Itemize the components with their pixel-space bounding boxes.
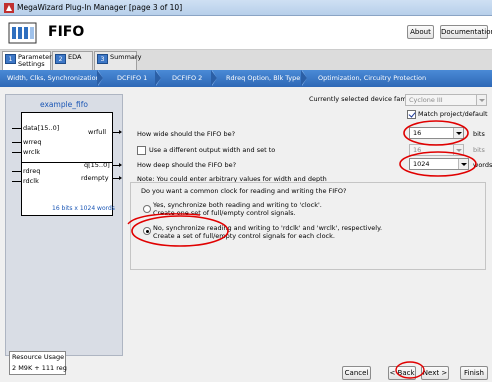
next-button[interactable]: Next >: [421, 366, 449, 380]
chevron-down-icon: [453, 145, 463, 155]
page-tabs: 1 Parameter Settings 2 EDA 3 Summary: [0, 50, 492, 71]
step-navigation: Width, Clks, Synchronization DCFIFO 1 DC…: [0, 70, 492, 87]
fifo-width-question: How wide should the FIFO be?: [137, 130, 236, 138]
tab-eda[interactable]: 2 EDA: [52, 51, 93, 70]
output-width-select: 16: [409, 144, 464, 156]
pin-wrfull: wrfull: [88, 128, 107, 136]
fifo-icon: [8, 22, 37, 44]
pin-wrclk: wrclk: [23, 148, 40, 156]
radio-no-label: No, synchronize reading and writing to '…: [153, 224, 383, 232]
output-arrow: [119, 163, 122, 167]
about-button[interactable]: About: [407, 25, 434, 39]
radio-yes-label-line2: Create one set of full/empty control sig…: [153, 209, 296, 217]
output-width-unit: bits: [473, 146, 485, 154]
pin-rdclk: rdclk: [23, 177, 39, 185]
different-output-width-label: Use a different output width and set to: [149, 146, 276, 154]
tab-number: 3: [97, 54, 108, 64]
device-family-select: Cyclone III: [405, 94, 487, 106]
pin-line: [12, 142, 21, 143]
fifo-depth-question: How deep should the FIFO be?: [137, 161, 237, 169]
wizard-header: FIFO About Documentation: [0, 16, 492, 50]
cancel-button[interactable]: Cancel: [342, 366, 371, 380]
tab-number: 1: [5, 54, 16, 64]
nav-width-clks-sync[interactable]: Width, Clks, Synchronization: [7, 74, 100, 82]
match-project-checkbox[interactable]: [407, 110, 416, 119]
fifo-width-input[interactable]: 16: [409, 127, 464, 139]
schematic-size-label: 16 bits x 1024 words: [52, 205, 115, 212]
nav-rdreq-option[interactable]: Rdreq Option, Blk Type: [226, 74, 300, 82]
schematic-title: example_fifo: [40, 100, 88, 109]
pin-line: [12, 152, 21, 153]
tab-parameter-settings[interactable]: 1 Parameter Settings: [2, 51, 52, 71]
nav-dcfifo-2[interactable]: DCFIFO 2: [172, 74, 202, 82]
different-output-width-checkbox[interactable]: [137, 146, 146, 155]
chevron-down-icon[interactable]: [453, 128, 463, 138]
nav-optimization[interactable]: Optimization, Circuitry Protection: [318, 74, 426, 82]
common-clock-radio-no[interactable]: [143, 227, 151, 235]
window-titlebar: MegaWizard Plug-In Manager [page 3 of 10…: [0, 0, 492, 16]
device-family-label: Currently selected device family:: [309, 95, 416, 103]
finish-button[interactable]: Finish: [460, 366, 488, 380]
pin-rdreq: rdreq: [23, 167, 41, 175]
tab-summary[interactable]: 3 Summary: [94, 51, 141, 70]
page-title: FIFO: [48, 24, 85, 40]
resource-usage-label: Resource Usage: [12, 353, 65, 361]
output-arrow: [119, 176, 122, 180]
back-button[interactable]: < Back: [388, 366, 416, 380]
pin-rdempty: rdempty: [81, 174, 109, 182]
pin-q: q[15..0]: [84, 161, 110, 169]
resource-usage-value: 2 M9K + 111 reg: [12, 364, 67, 372]
output-arrow: [119, 130, 122, 134]
fifo-width-value: 16: [413, 129, 422, 137]
output-width-value: 16: [413, 146, 422, 154]
tab-number: 2: [55, 54, 66, 64]
radio-no-label-line2: Create a set of full/empty control signa…: [153, 232, 335, 240]
fifo-depth-unit: words: [473, 161, 492, 169]
pin-line: [12, 181, 21, 182]
common-clock-question: Do you want a common clock for reading a…: [141, 187, 347, 195]
radio-yes-label: Yes, synchronize both reading and writin…: [153, 201, 322, 209]
chevron-down-icon: [476, 95, 486, 105]
pin-line: [12, 128, 21, 129]
chevron-down-icon[interactable]: [458, 159, 468, 169]
match-project-label: Match project/default: [418, 110, 488, 118]
tab-label-line2: Settings: [18, 60, 45, 68]
documentation-button[interactable]: Documentation: [440, 25, 492, 39]
nav-dcfifo-1[interactable]: DCFIFO 1: [117, 74, 147, 82]
fifo-depth-value: 1024: [413, 160, 430, 168]
window-title: MegaWizard Plug-In Manager [page 3 of 10…: [17, 3, 183, 12]
pin-wrreq: wrreq: [23, 138, 42, 146]
tab-label: Summary: [110, 53, 142, 61]
pin-data: data[15..0]: [23, 124, 60, 132]
pin-line: [12, 171, 21, 172]
common-clock-radio-yes[interactable]: [143, 205, 151, 213]
fifo-width-unit: bits: [473, 130, 485, 138]
megawizard-app-icon: [4, 3, 14, 13]
tab-label: EDA: [68, 53, 82, 61]
fifo-depth-select[interactable]: 1024: [409, 158, 469, 170]
device-family-value: Cyclone III: [409, 96, 443, 104]
